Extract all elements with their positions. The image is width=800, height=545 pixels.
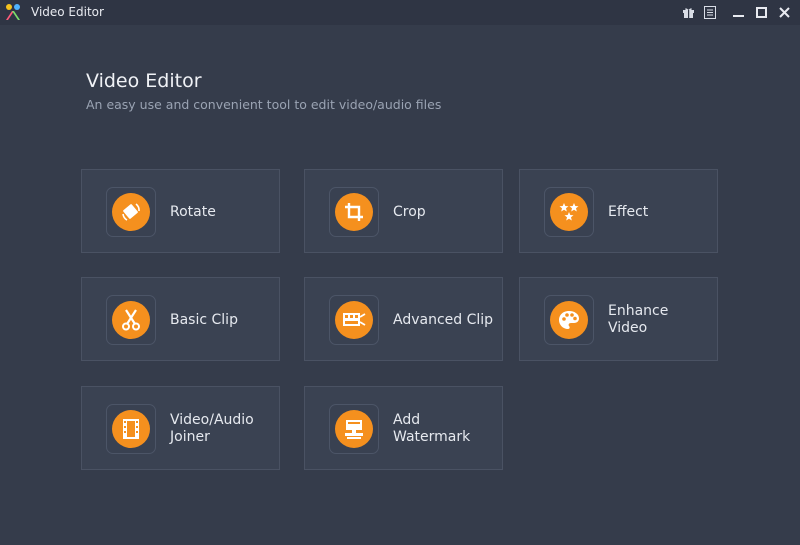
advanced-clip-tile[interactable]: Advanced Clip (304, 277, 503, 361)
watermark-label: Add Watermark (393, 412, 471, 445)
joiner-label: Video/Audio Joiner (170, 412, 254, 445)
basic-clip-tile[interactable]: Basic Clip (81, 277, 280, 361)
crop-icon-frame (329, 187, 379, 237)
feedback-icon[interactable] (700, 3, 720, 21)
page-title: Video Editor (86, 70, 202, 92)
basic-clip-icon-frame (106, 295, 156, 345)
advanced-clip-icon (335, 301, 373, 339)
film-joiner-icon (112, 410, 150, 448)
effect-icon (550, 193, 588, 231)
title-bar: Video Editor (0, 0, 800, 25)
watermark-icon (335, 410, 373, 448)
advanced-clip-icon-frame (329, 295, 379, 345)
effect-label: Effect (608, 203, 649, 220)
enhance-video-label: Enhance Video (608, 303, 669, 336)
scissors-icon (112, 301, 150, 339)
window-title: Video Editor (31, 5, 104, 19)
crop-tile[interactable]: Crop (304, 169, 503, 253)
crop-label: Crop (393, 203, 426, 220)
rotate-tile[interactable]: Rotate (81, 169, 280, 253)
app-logo-icon (6, 4, 20, 20)
video-audio-joiner-tile[interactable]: Video/Audio Joiner (81, 386, 280, 470)
watermark-icon-frame (329, 404, 379, 454)
rotate-label: Rotate (170, 203, 216, 220)
rotate-icon (112, 193, 150, 231)
enhance-video-icon-frame (544, 295, 594, 345)
joiner-icon-frame (106, 404, 156, 454)
effect-icon-frame (544, 187, 594, 237)
crop-icon (335, 193, 373, 231)
rotate-icon-frame (106, 187, 156, 237)
maximize-icon[interactable] (751, 3, 771, 21)
advanced-clip-label: Advanced Clip (393, 311, 494, 328)
page-subtitle: An easy use and convenient tool to edit … (86, 97, 442, 112)
effect-tile[interactable]: Effect (519, 169, 718, 253)
add-watermark-tile[interactable]: Add Watermark (304, 386, 503, 470)
enhance-video-tile[interactable]: Enhance Video (519, 277, 718, 361)
minimize-icon[interactable] (728, 3, 748, 21)
palette-icon (550, 301, 588, 339)
gift-icon[interactable] (678, 3, 698, 21)
basic-clip-label: Basic Clip (170, 311, 238, 328)
close-icon[interactable] (774, 3, 794, 21)
